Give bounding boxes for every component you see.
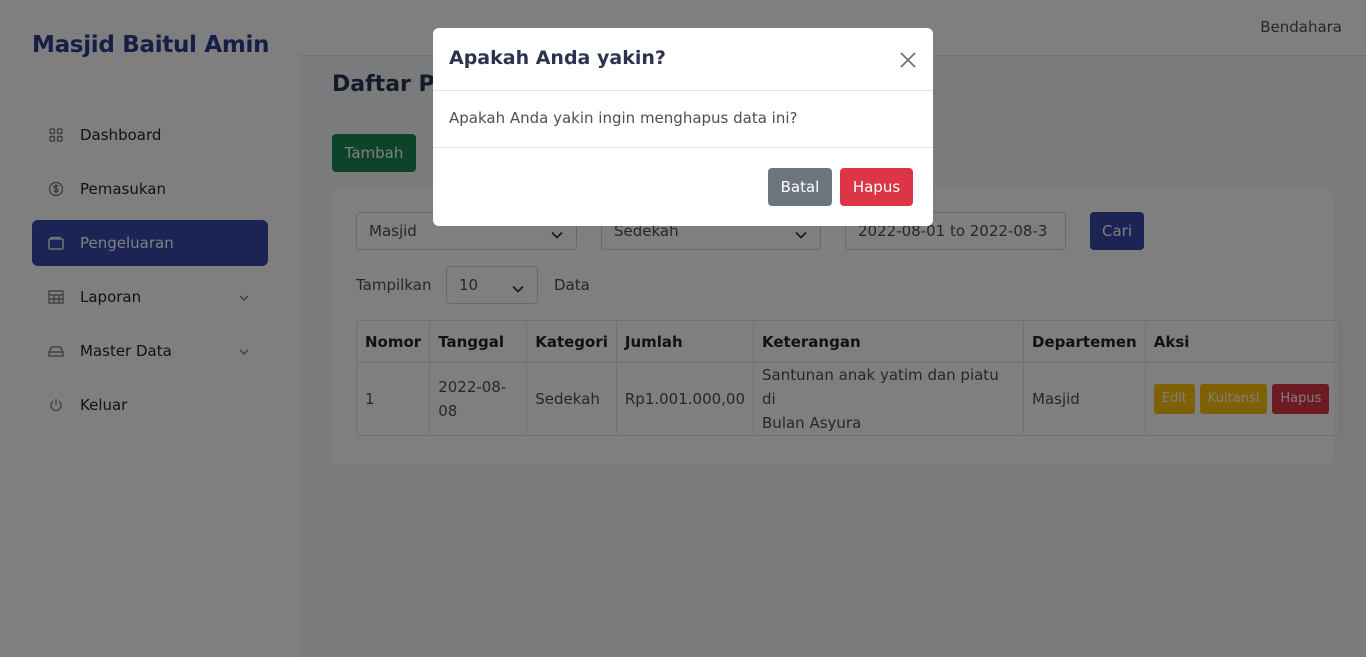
cancel-button[interactable]: Batal (768, 168, 832, 206)
dialog-message: Apakah Anda yakin ingin menghapus data i… (449, 109, 798, 127)
dialog-title: Apakah Anda yakin? (449, 47, 666, 69)
confirm-delete-button[interactable]: Hapus (840, 168, 913, 206)
dialog-footer: Batal Hapus (433, 148, 933, 226)
confirm-dialog: Apakah Anda yakin? Apakah Anda yakin ing… (433, 28, 933, 226)
close-icon[interactable] (897, 49, 919, 71)
dialog-body: Apakah Anda yakin ingin menghapus data i… (433, 91, 933, 148)
dialog-header: Apakah Anda yakin? (433, 28, 933, 91)
